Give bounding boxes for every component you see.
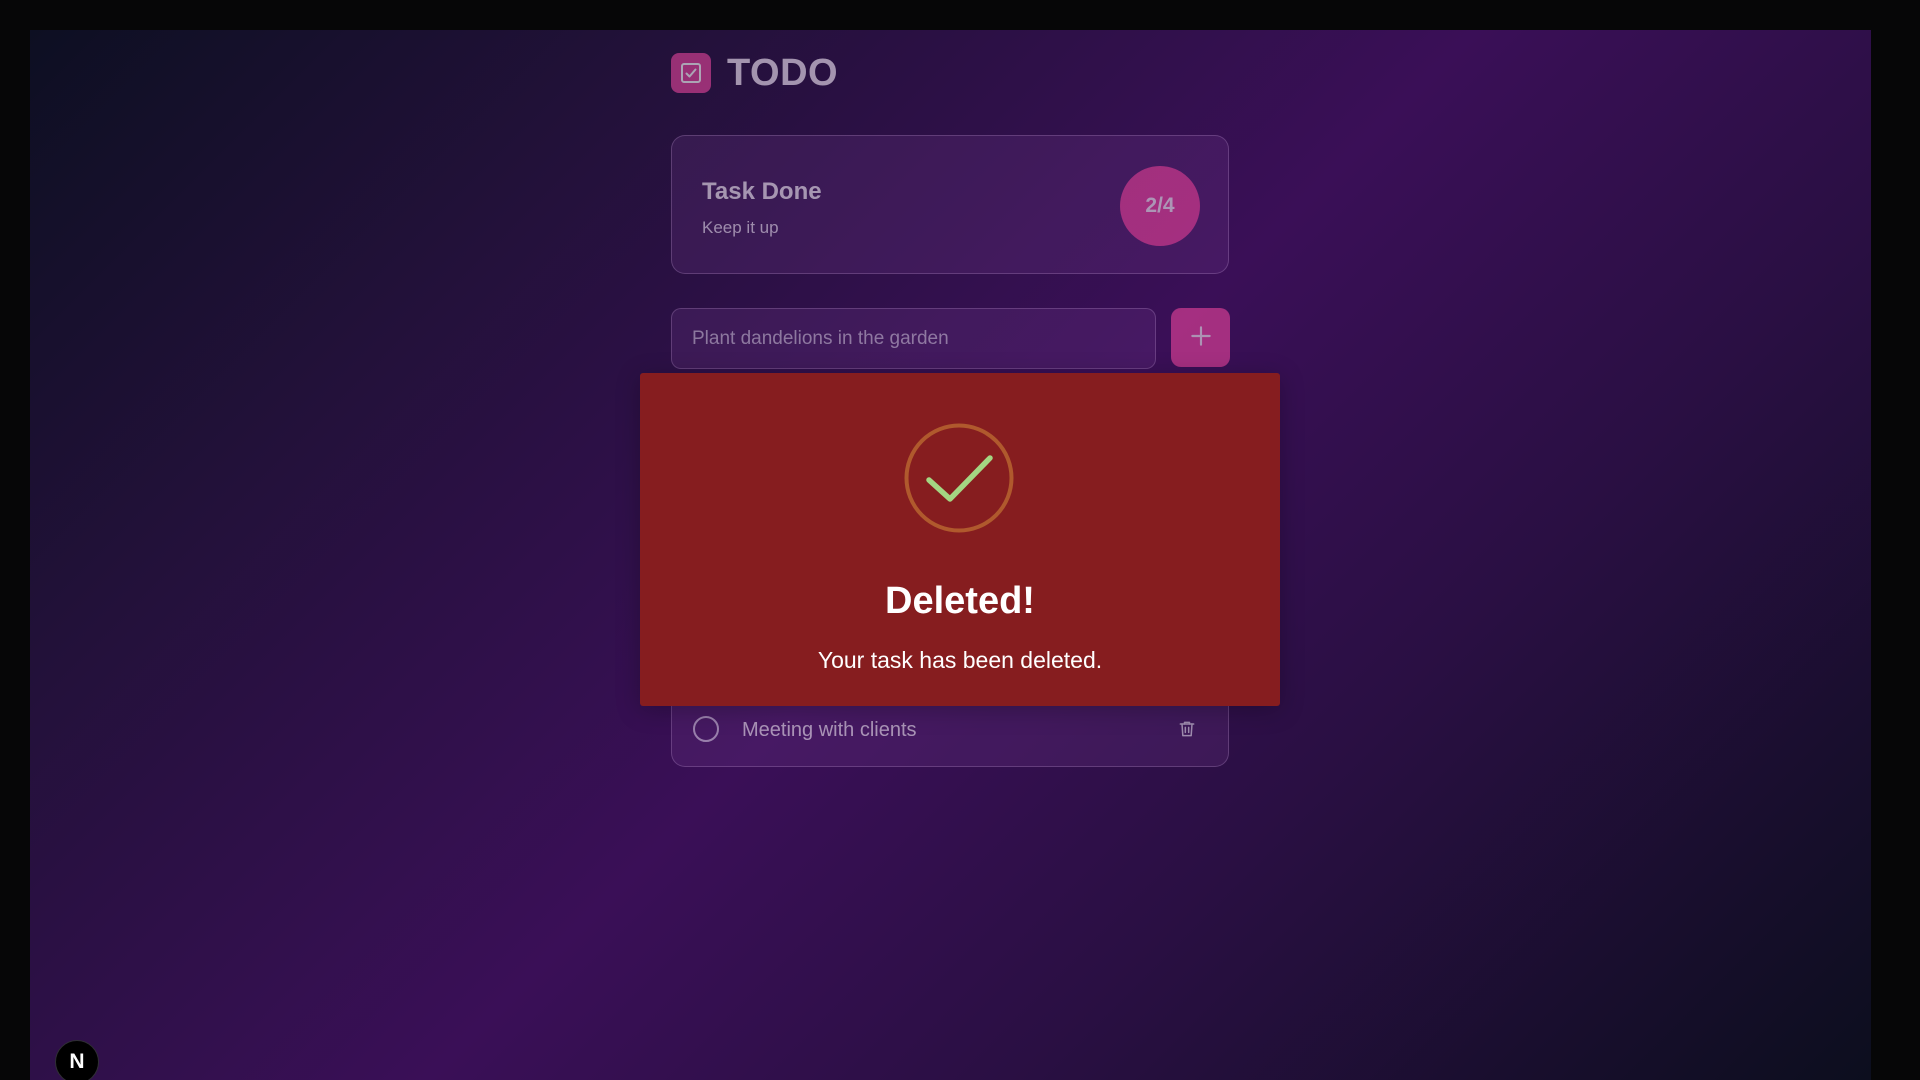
app-title: TODO: [727, 51, 839, 94]
delete-task-button[interactable]: [1176, 719, 1198, 741]
dialog-title: Deleted!: [885, 580, 1035, 622]
progress-title: Task Done: [702, 178, 822, 205]
progress-card: Task Done Keep it up 2/4: [671, 135, 1229, 274]
add-task-button[interactable]: [1171, 308, 1230, 367]
dialog-message: Your task has been deleted.: [817, 647, 1103, 673]
progress-subtitle: Keep it up: [702, 218, 779, 237]
new-task-input[interactable]: [671, 308, 1156, 369]
plus-icon: [1188, 323, 1214, 352]
trash-icon: [1177, 721, 1197, 742]
success-check-icon: [904, 423, 1014, 533]
task-item: Meeting with clients: [671, 706, 1229, 767]
app-header: TODO: [671, 51, 839, 94]
checkbox-icon: [671, 53, 711, 93]
delete-confirmation-dialog: Deleted! Your task has been deleted.: [640, 373, 1280, 706]
progress-count-badge: 2/4: [1120, 166, 1200, 246]
task-checkbox[interactable]: [693, 716, 719, 742]
task-text: Meeting with clients: [742, 719, 917, 741]
app-background: TODO Task Done Keep it up 2/4 Meeting wi…: [30, 30, 1871, 1080]
nextjs-icon[interactable]: N: [55, 1040, 99, 1080]
